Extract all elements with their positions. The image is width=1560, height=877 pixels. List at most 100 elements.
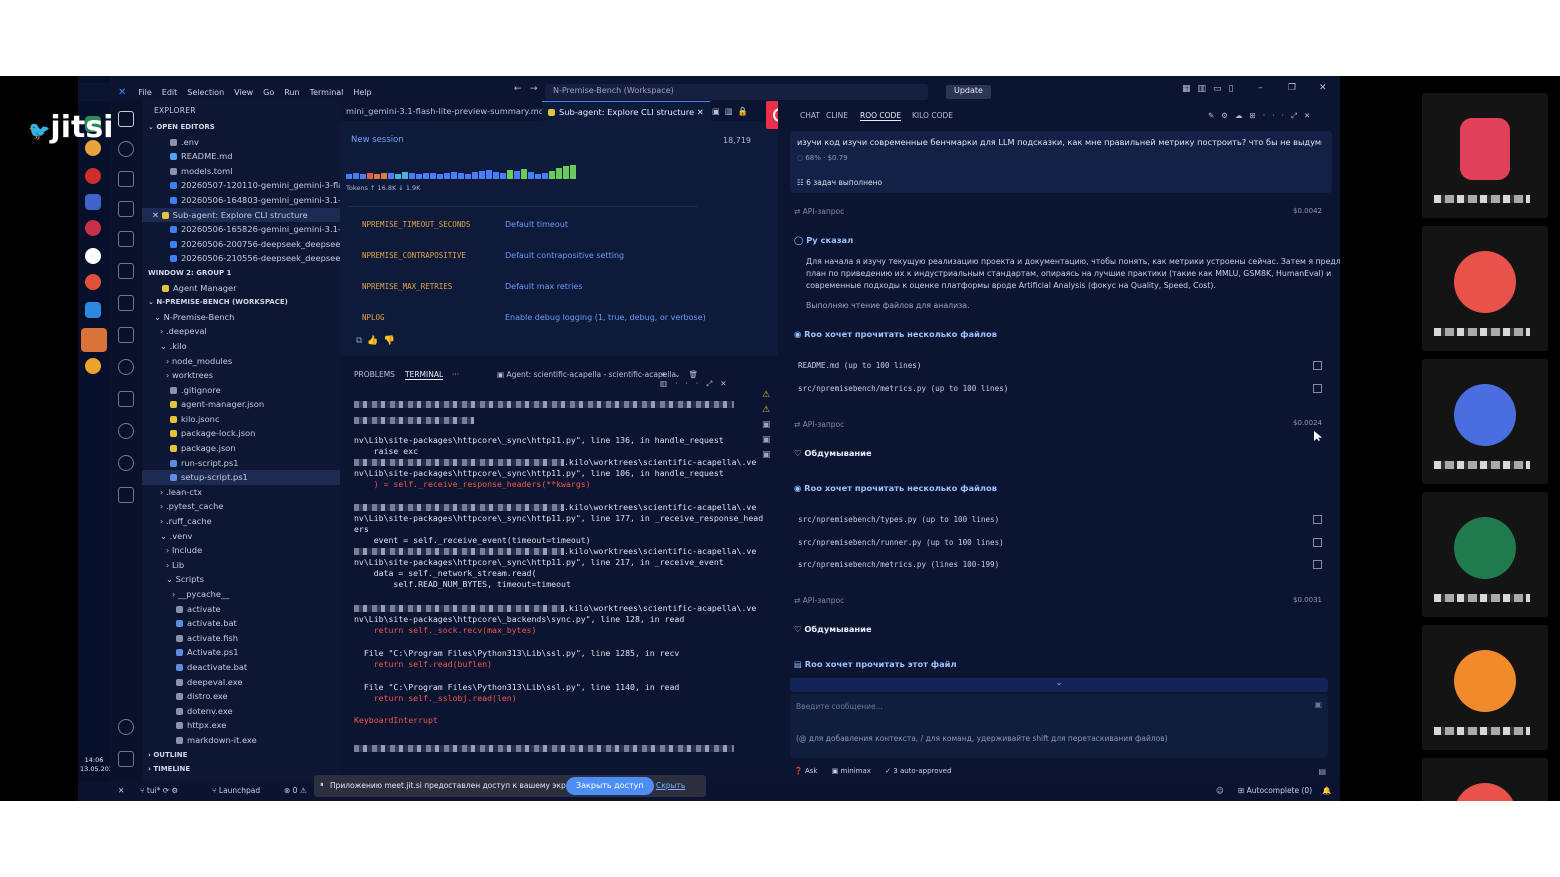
folder-item[interactable]: › worktrees bbox=[142, 368, 340, 383]
folder-item[interactable]: ⌄ .venv bbox=[142, 529, 340, 544]
thinking-row[interactable]: ♡ Обдумывание bbox=[794, 448, 872, 458]
file-item[interactable]: httpx.exe bbox=[142, 718, 340, 733]
source-control-icon[interactable] bbox=[118, 171, 134, 187]
app-icon[interactable] bbox=[85, 194, 101, 210]
open-editor-item[interactable]: 20260506-200756-deepseek_deepseek-v... bbox=[142, 237, 340, 252]
stop-sharing-button[interactable]: Закрыть доступ bbox=[566, 777, 654, 795]
file-item[interactable]: activate bbox=[142, 602, 340, 617]
history-icon[interactable]: ▤ bbox=[1318, 767, 1326, 776]
account-icon[interactable] bbox=[118, 719, 134, 735]
roo-icon[interactable] bbox=[118, 487, 134, 503]
file-read-item[interactable]: src/npremisebench/runner.py (up to 100 l… bbox=[798, 538, 1004, 547]
menu-terminal[interactable]: Terminal bbox=[310, 88, 344, 97]
open-editor-item[interactable]: README.md bbox=[142, 149, 340, 164]
participant-tile[interactable] bbox=[1422, 359, 1548, 484]
folder-item[interactable]: › .ruff_cache bbox=[142, 514, 340, 529]
timeline-section[interactable]: › TIMELINE bbox=[142, 762, 340, 777]
minimize-icon[interactable]: – bbox=[1258, 83, 1263, 93]
remote-icon[interactable] bbox=[118, 231, 134, 247]
open-editor-item[interactable]: .env bbox=[142, 135, 340, 150]
mode-selector[interactable]: ❓ Ask bbox=[794, 767, 817, 775]
participant-tile[interactable] bbox=[1422, 93, 1548, 218]
folder-item[interactable]: › Include bbox=[142, 543, 340, 558]
copilot-icon[interactable]: ☺ bbox=[1216, 786, 1224, 795]
participant-tile[interactable] bbox=[1422, 226, 1548, 351]
nav-forward-icon[interactable]: → bbox=[530, 84, 538, 94]
chat-input-box[interactable]: Введите сообщение... ▣ (@ для добавления… bbox=[790, 694, 1328, 758]
participant-tile[interactable] bbox=[1422, 492, 1548, 617]
file-item[interactable]: .gitignore bbox=[142, 383, 340, 398]
participant-tile[interactable] bbox=[1422, 625, 1548, 750]
menu-go[interactable]: Go bbox=[263, 88, 274, 97]
terminal-actions-icons[interactable]: +⌄🗑▥···⤢✕ bbox=[660, 370, 778, 389]
settings-gear-icon[interactable] bbox=[118, 751, 134, 767]
terminal-selector[interactable]: ▣ Agent: scientific-acapella - scientifi… bbox=[497, 370, 676, 379]
autocomplete-status[interactable]: ⊞ Autocomplete (0) bbox=[1238, 786, 1312, 795]
search-icon[interactable] bbox=[118, 141, 134, 157]
terminal-output[interactable]: nv\Lib\site-packages\httpcore\_sync\http… bbox=[344, 391, 763, 781]
extension-icon[interactable] bbox=[118, 423, 134, 439]
open-editor-item[interactable]: models.toml bbox=[142, 164, 340, 179]
menu-help[interactable]: Help bbox=[353, 88, 371, 97]
app-icon[interactable] bbox=[85, 302, 101, 318]
file-read-item[interactable]: README.md (up to 100 lines) bbox=[798, 361, 921, 370]
file-item[interactable]: dotenv.exe bbox=[142, 704, 340, 719]
file-item[interactable]: run-script.ps1 bbox=[142, 456, 340, 471]
open-editor-item[interactable]: 20260506-165826-gemini_gemini-3.1-pro... bbox=[142, 222, 340, 237]
file-item[interactable]: setup-script.ps1 bbox=[142, 470, 340, 485]
tab-chat[interactable]: CHAT bbox=[800, 111, 820, 120]
update-button[interactable]: Update bbox=[946, 85, 991, 99]
opera-icon[interactable] bbox=[85, 168, 101, 184]
extensions-icon[interactable] bbox=[118, 263, 134, 279]
layout-icons[interactable]: ▦▥▭▯ bbox=[1182, 84, 1240, 94]
nav-back-icon[interactable]: ← bbox=[514, 84, 522, 94]
file-item[interactable]: deepeval.exe bbox=[142, 675, 340, 690]
file-item[interactable]: agent-manager.json bbox=[142, 397, 340, 412]
file-item[interactable]: distro.exe bbox=[142, 689, 340, 704]
folder-item[interactable]: ⌄ Scripts bbox=[142, 572, 340, 587]
task-header[interactable]: изучи код изучи современные бенчмарки дл… bbox=[790, 131, 1332, 193]
tab-roo-code[interactable]: ROO CODE bbox=[860, 111, 902, 121]
outline-section[interactable]: › OUTLINE bbox=[142, 748, 340, 763]
file-item[interactable]: activate.bat bbox=[142, 616, 340, 631]
feedback-icons[interactable]: ⧉👍👎 bbox=[356, 336, 400, 346]
file-item[interactable]: Activate.ps1 bbox=[142, 645, 340, 660]
app-icon[interactable] bbox=[85, 220, 101, 236]
timeline-icon[interactable] bbox=[118, 359, 134, 375]
app-icon[interactable] bbox=[85, 274, 101, 290]
folder-item[interactable]: ⌄ N-Premise-Bench bbox=[142, 310, 340, 325]
chat-toolbar-icons[interactable]: ✎⚙☁⊞···⤢✕ bbox=[1208, 111, 1317, 121]
run-debug-icon[interactable] bbox=[118, 201, 134, 217]
menu-selection[interactable]: Selection bbox=[187, 88, 224, 97]
remote-status-icon[interactable]: ✕ bbox=[118, 786, 124, 795]
notifications-icon[interactable]: 🔔 bbox=[1322, 786, 1331, 795]
docker-icon[interactable] bbox=[118, 327, 134, 343]
open-editor-item[interactable]: 20260507-120110-gemini_gemini-3-flash... bbox=[142, 178, 340, 193]
open-editor-item[interactable]: 20260506-210556-deepseek_deepseek-v... bbox=[142, 251, 340, 266]
new-session-link[interactable]: New session bbox=[351, 135, 404, 145]
workspace-section[interactable]: ⌄ N-PREMISE-BENCH (WORKSPACE) bbox=[142, 295, 340, 310]
testing-icon[interactable] bbox=[118, 295, 134, 311]
tab-cline[interactable]: CLINE bbox=[826, 111, 848, 120]
file-item[interactable]: markdown-it.exe bbox=[142, 733, 340, 748]
branch-status[interactable]: ⑂ tui* ⟳ ⚙ bbox=[140, 786, 178, 795]
folder-item[interactable]: › .pytest_cache bbox=[142, 499, 340, 514]
window-group-section[interactable]: WINDOW 2: GROUP 1 bbox=[142, 266, 340, 281]
folder-item[interactable]: › Lib bbox=[142, 558, 340, 573]
file-item[interactable]: activate.fish bbox=[142, 631, 340, 646]
tab-subagent[interactable]: Sub-agent: Explore CLI structure ✕ bbox=[542, 101, 710, 121]
auto-approved-toggle[interactable]: ✓ 3 auto-approved bbox=[885, 767, 951, 775]
obs-icon[interactable] bbox=[85, 248, 101, 264]
file-item[interactable]: deactivate.bat bbox=[142, 660, 340, 675]
open-editors-section[interactable]: ⌄ OPEN EDITORS bbox=[142, 120, 340, 135]
tab-kilo-code[interactable]: KILO CODE bbox=[912, 111, 953, 120]
extension-m-icon[interactable] bbox=[118, 391, 134, 407]
agent-manager-item[interactable]: Agent Manager bbox=[142, 281, 340, 296]
menu-run[interactable]: Run bbox=[284, 88, 299, 97]
folder-item[interactable]: › __pycache__ bbox=[142, 587, 340, 602]
open-external-icon[interactable] bbox=[1313, 515, 1322, 524]
errors-status[interactable]: ⊗ 0 ⚠ bbox=[284, 786, 307, 795]
command-center[interactable]: N-Premise-Bench (Workspace) bbox=[545, 84, 928, 100]
open-external-icon[interactable] bbox=[1313, 361, 1322, 370]
firefox-icon[interactable] bbox=[85, 358, 101, 374]
